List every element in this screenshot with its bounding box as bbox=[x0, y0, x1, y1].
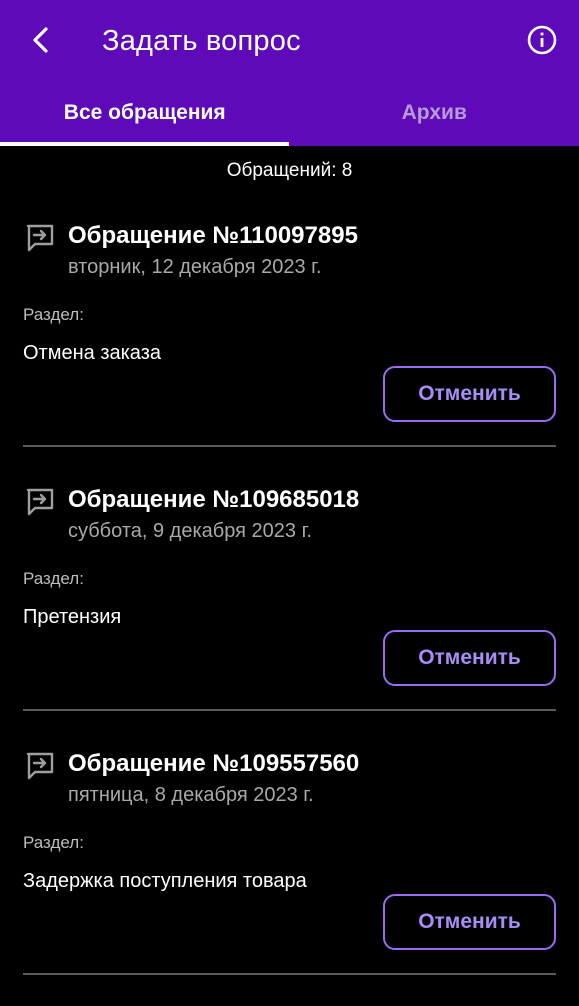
request-date: пятница, 8 декабря 2023 г. bbox=[68, 782, 314, 808]
tab-all-requests[interactable]: Все обращения bbox=[0, 88, 290, 146]
request-card: Обращение №110097895 вторник, 12 декабря… bbox=[0, 214, 579, 478]
page-title: Задать вопрос bbox=[102, 22, 301, 60]
tab-label: Все обращения bbox=[64, 101, 226, 125]
request-title: Обращение №110097895 bbox=[68, 220, 358, 252]
request-date: вторник, 12 декабря 2023 г. bbox=[68, 254, 322, 280]
app-header: Задать вопрос Все обращения Архив bbox=[0, 0, 579, 146]
chevron-left-icon bbox=[29, 26, 51, 54]
section-value: Претензия bbox=[23, 604, 121, 630]
request-card: Обращение №109685018 суббота, 9 декабря … bbox=[0, 478, 579, 742]
request-title: Обращение №109685018 bbox=[68, 484, 359, 516]
request-card: Обращение №109557560 пятница, 8 декабря … bbox=[0, 742, 579, 1006]
request-date: суббота, 9 декабря 2023 г. bbox=[68, 518, 312, 544]
divider bbox=[23, 973, 556, 975]
section-label: Раздел: bbox=[23, 304, 84, 326]
section-label: Раздел: bbox=[23, 832, 84, 854]
tab-bar: Все обращения Архив bbox=[0, 88, 579, 146]
section-value: Отмена заказа bbox=[23, 340, 161, 366]
cancel-button[interactable]: Отменить bbox=[383, 894, 556, 950]
chat-forward-icon bbox=[24, 222, 56, 254]
tab-archive[interactable]: Архив bbox=[290, 88, 579, 146]
cancel-button[interactable]: Отменить bbox=[383, 630, 556, 686]
request-title: Обращение №109557560 bbox=[68, 748, 359, 780]
active-tab-indicator bbox=[0, 142, 289, 146]
info-circle-icon bbox=[526, 24, 558, 56]
chat-forward-icon bbox=[24, 750, 56, 782]
back-button[interactable] bbox=[22, 22, 58, 58]
section-label: Раздел: bbox=[23, 568, 84, 590]
divider bbox=[23, 709, 556, 711]
cancel-button[interactable]: Отменить bbox=[383, 366, 556, 422]
tab-label: Архив bbox=[402, 101, 467, 125]
chat-forward-icon bbox=[24, 486, 56, 518]
requests-count: Обращений: 8 bbox=[0, 158, 579, 184]
info-button[interactable] bbox=[524, 22, 560, 58]
section-value: Задержка поступления товара bbox=[23, 868, 307, 894]
divider bbox=[23, 445, 556, 447]
